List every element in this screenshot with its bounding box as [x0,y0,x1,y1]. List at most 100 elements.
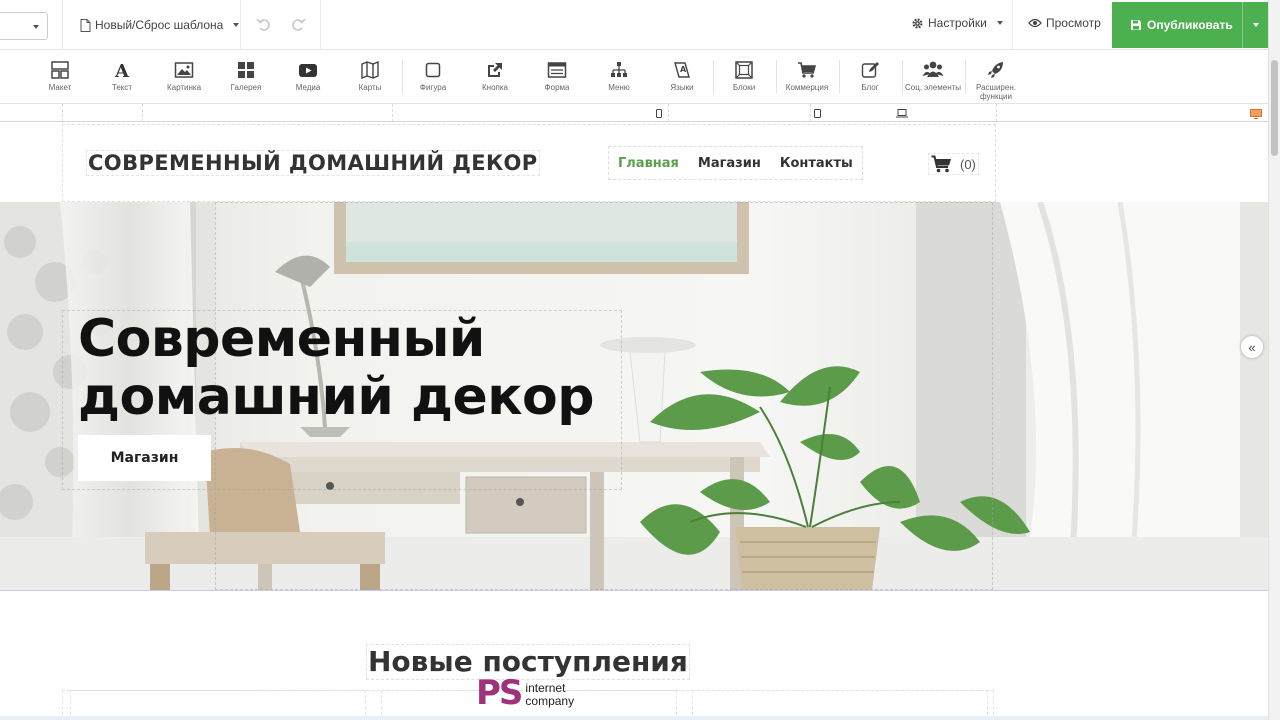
hero-title[interactable]: Современный домашний декор [78,310,594,426]
layout-icon [30,60,90,82]
form-icon [527,60,587,82]
svg-text:A: A [114,61,130,80]
divider [62,0,63,50]
nav-item-home[interactable]: Главная [618,156,679,171]
toolbar-gallery[interactable]: Галерея [216,60,276,100]
page-select[interactable] [0,12,48,40]
undo-icon [256,18,270,31]
undo-button[interactable] [254,15,274,35]
chevron-down-icon [233,23,240,27]
toolbar-label: Меню [608,83,630,92]
toolbar-menu[interactable]: Меню [589,60,649,100]
toolbar-blocks[interactable]: Блоки [714,60,774,100]
toolbar-label: Кнопка [482,83,508,92]
section-divider [0,590,1268,591]
map-icon [340,60,400,82]
media-icon [278,60,338,82]
nav-item-contacts[interactable]: Контакты [780,156,853,171]
toolbar-label: Карты [358,83,382,92]
site-logo-text[interactable]: СОВРЕМЕННЫЙ ДОМАШНИЙ ДЕКОР [86,150,540,176]
cart-button[interactable]: (0) [928,153,979,175]
tablet-breakpoint-icon[interactable] [814,109,821,120]
toolbar-label: Макет [48,83,72,92]
watermark-line: company [525,694,575,708]
cart-count: (0) [960,156,976,172]
save-icon [1131,20,1141,30]
rocket-icon [966,60,1026,82]
gallery-icon [216,60,276,82]
ruler-tick [810,104,811,122]
side-panel-toggle[interactable]: « [1241,336,1263,358]
publish-button[interactable]: Опубликовать [1112,2,1268,48]
toolbar-languages[interactable]: A Языки [652,60,712,100]
scrollbar-thumb[interactable] [1271,60,1278,156]
hero-title-line: Современный [78,309,485,369]
hero-shop-button[interactable]: Магазин [78,435,211,481]
toolbar-blog[interactable]: Блог [840,60,900,100]
redo-button[interactable] [288,15,308,35]
button-icon [465,60,525,82]
toolbar-label: Картинка [166,83,202,92]
chevron-down-icon [1252,23,1259,27]
toolbar-label: Соц. элементы [904,83,962,92]
languages-icon: A [652,60,712,82]
toolbar-commerce[interactable]: Коммерция [777,60,837,100]
ruler-tick [62,104,63,122]
eye-icon [1028,18,1042,28]
laptop-breakpoint-icon[interactable] [896,109,908,120]
double-chevron-left-icon: « [1248,339,1256,355]
desktop-breakpoint-icon[interactable] [1250,109,1262,121]
toolbar-form[interactable]: Форма [527,60,587,100]
toolbar-label: Блоки [732,83,756,92]
hero-section[interactable]: Современный домашний декор Магазин [0,202,1268,590]
toolbar-text[interactable]: A Текст [92,60,152,100]
divider [320,0,321,50]
nav-item-shop[interactable]: Магазин [698,156,761,171]
toolbar-layout[interactable]: Макет [30,60,90,100]
toolbar-image[interactable]: Картинка [154,60,214,100]
divider [776,60,777,94]
ruler-tick [142,104,143,122]
new-arrivals-title[interactable]: Новые поступления [366,644,690,680]
toolbar-label: Форма [544,83,570,92]
toolbar-shape[interactable]: Фигура [403,60,463,100]
toolbar-advanced[interactable]: Расширен. функции [966,60,1026,101]
preview-button[interactable]: Просмотр [1028,16,1101,30]
divider [902,60,903,94]
breakpoint-ruler [0,104,1268,122]
bottom-strip [0,716,1268,720]
watermark-words: internet company [525,682,574,708]
publish-label: Опубликовать [1147,18,1233,32]
preview-label: Просмотр [1046,16,1101,30]
template-button[interactable]: Новый/Сброс шаблона [80,16,240,34]
redo-icon [292,18,306,31]
settings-button[interactable]: Настройки [911,16,1003,30]
watermark-line: internet [525,681,566,695]
divider [713,60,714,94]
hero-title-line: домашний декор [78,367,594,427]
site-nav[interactable]: Главная Магазин Контакты [608,146,863,180]
toolbar-label: Блог [861,83,879,92]
social-icon [903,60,963,82]
template-label: Новый/Сброс шаблона [95,18,224,32]
watermark-letters: PS [476,673,523,713]
blocks-icon [714,60,774,82]
divider [1012,0,1013,50]
divider [240,0,241,50]
image-icon [154,60,214,82]
elements-toolbar: Макет A Текст Картинка Галерея Медиа Кар… [0,50,1268,104]
toolbar-media[interactable]: Медиа [278,60,338,100]
toolbar-label: Текст [111,83,133,92]
blog-icon [840,60,900,82]
divider [965,60,966,94]
toolbar-button[interactable]: Кнопка [465,60,525,100]
toolbar-social[interactable]: Соц. элементы [903,60,963,100]
publish-options-toggle[interactable] [1242,2,1268,48]
toolbar-maps[interactable]: Карты [340,60,400,100]
vertical-scrollbar[interactable] [1268,0,1280,720]
publish-main[interactable]: Опубликовать [1112,2,1242,48]
menu-icon [589,60,649,82]
commerce-icon [777,60,837,82]
toolbar-label: Языки [670,83,694,92]
mobile-breakpoint-icon[interactable] [656,109,662,120]
